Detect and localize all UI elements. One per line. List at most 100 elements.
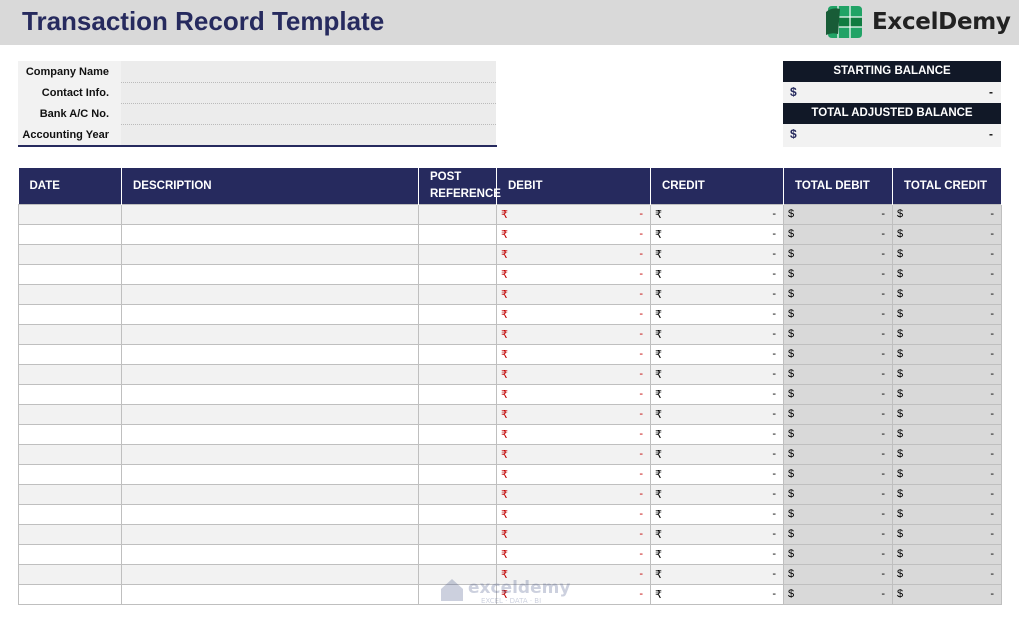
table-cell[interactable]: $ - [783, 323, 893, 345]
table-cell[interactable]: ₹ - [650, 383, 784, 405]
table-cell[interactable] [18, 503, 122, 525]
table-cell[interactable]: ₹ - [650, 263, 784, 285]
table-cell[interactable]: ₹ - [650, 303, 784, 325]
starting-balance-value[interactable]: $ - [783, 82, 1001, 103]
info-value-cell[interactable] [121, 61, 496, 83]
table-cell[interactable]: ₹ - [496, 303, 651, 325]
table-cell[interactable] [18, 343, 122, 365]
table-cell[interactable]: $ - [783, 383, 893, 405]
table-cell[interactable] [18, 543, 122, 565]
table-cell[interactable]: $ - [783, 243, 893, 265]
table-cell[interactable]: $ - [892, 303, 1002, 325]
table-cell[interactable]: $ - [892, 323, 1002, 345]
table-cell[interactable] [18, 563, 122, 585]
table-cell[interactable]: ₹ - [650, 523, 784, 545]
table-cell[interactable]: ₹ - [496, 443, 651, 465]
table-cell[interactable] [18, 523, 122, 545]
table-cell[interactable]: ₹ - [496, 543, 651, 565]
table-cell[interactable]: ₹ - [496, 343, 651, 365]
table-cell[interactable] [18, 583, 122, 605]
table-cell[interactable] [418, 323, 497, 345]
table-cell[interactable] [418, 403, 497, 425]
table-cell[interactable]: $ - [892, 483, 1002, 505]
table-cell[interactable] [121, 283, 419, 305]
table-cell[interactable] [121, 583, 419, 605]
table-cell[interactable] [418, 583, 497, 605]
table-cell[interactable] [418, 423, 497, 445]
table-cell[interactable]: $ - [892, 263, 1002, 285]
table-cell[interactable]: ₹ - [650, 363, 784, 385]
table-cell[interactable] [121, 463, 419, 485]
table-cell[interactable]: ₹ - [496, 483, 651, 505]
table-cell[interactable]: $ - [892, 543, 1002, 565]
table-cell[interactable]: $ - [783, 343, 893, 365]
table-cell[interactable] [121, 483, 419, 505]
table-cell[interactable] [121, 243, 419, 265]
table-cell[interactable] [18, 283, 122, 305]
table-cell[interactable]: ₹ - [650, 423, 784, 445]
table-cell[interactable]: $ - [783, 203, 893, 225]
table-cell[interactable] [418, 243, 497, 265]
table-cell[interactable]: ₹ - [496, 223, 651, 245]
table-cell[interactable] [18, 303, 122, 325]
table-cell[interactable]: ₹ - [496, 283, 651, 305]
table-cell[interactable] [418, 563, 497, 585]
table-cell[interactable]: ₹ - [496, 263, 651, 285]
table-cell[interactable]: ₹ - [650, 243, 784, 265]
table-cell[interactable]: ₹ - [650, 583, 784, 605]
table-cell[interactable]: ₹ - [496, 323, 651, 345]
table-cell[interactable]: $ - [892, 203, 1002, 225]
table-cell[interactable] [18, 363, 122, 385]
table-cell[interactable] [18, 443, 122, 465]
table-cell[interactable] [418, 383, 497, 405]
table-cell[interactable] [18, 243, 122, 265]
table-cell[interactable] [121, 343, 419, 365]
table-cell[interactable] [418, 283, 497, 305]
table-cell[interactable] [18, 323, 122, 345]
table-cell[interactable]: $ - [783, 423, 893, 445]
table-cell[interactable]: $ - [892, 583, 1002, 605]
table-cell[interactable]: ₹ - [496, 203, 651, 225]
table-cell[interactable] [18, 223, 122, 245]
table-cell[interactable]: $ - [783, 363, 893, 385]
table-cell[interactable] [418, 503, 497, 525]
table-cell[interactable]: $ - [892, 423, 1002, 445]
table-cell[interactable]: $ - [892, 283, 1002, 305]
table-cell[interactable]: ₹ - [496, 463, 651, 485]
table-cell[interactable]: ₹ - [650, 483, 784, 505]
table-cell[interactable]: ₹ - [650, 503, 784, 525]
table-cell[interactable]: $ - [783, 563, 893, 585]
table-cell[interactable]: ₹ - [650, 443, 784, 465]
table-cell[interactable] [121, 523, 419, 545]
table-cell[interactable]: ₹ - [496, 423, 651, 445]
table-cell[interactable]: $ - [783, 303, 893, 325]
table-cell[interactable] [121, 423, 419, 445]
table-cell[interactable]: ₹ - [496, 563, 651, 585]
table-cell[interactable]: ₹ - [496, 523, 651, 545]
table-cell[interactable] [121, 563, 419, 585]
table-cell[interactable]: ₹ - [650, 563, 784, 585]
table-cell[interactable]: $ - [892, 443, 1002, 465]
table-cell[interactable]: $ - [783, 263, 893, 285]
table-cell[interactable]: $ - [892, 403, 1002, 425]
table-cell[interactable]: $ - [892, 563, 1002, 585]
table-cell[interactable] [121, 383, 419, 405]
table-cell[interactable] [121, 303, 419, 325]
table-cell[interactable] [18, 423, 122, 445]
table-cell[interactable]: ₹ - [650, 283, 784, 305]
table-cell[interactable] [418, 483, 497, 505]
table-cell[interactable]: ₹ - [650, 543, 784, 565]
table-cell[interactable] [418, 523, 497, 545]
table-cell[interactable] [418, 363, 497, 385]
table-cell[interactable] [121, 503, 419, 525]
table-cell[interactable] [121, 203, 419, 225]
table-cell[interactable]: $ - [783, 583, 893, 605]
table-cell[interactable] [18, 383, 122, 405]
table-cell[interactable]: ₹ - [496, 363, 651, 385]
table-cell[interactable]: ₹ - [650, 403, 784, 425]
info-value-cell[interactable] [121, 82, 496, 104]
table-cell[interactable]: ₹ - [650, 463, 784, 485]
table-cell[interactable]: ₹ - [496, 583, 651, 605]
table-cell[interactable]: ₹ - [650, 343, 784, 365]
table-cell[interactable]: $ - [892, 343, 1002, 365]
